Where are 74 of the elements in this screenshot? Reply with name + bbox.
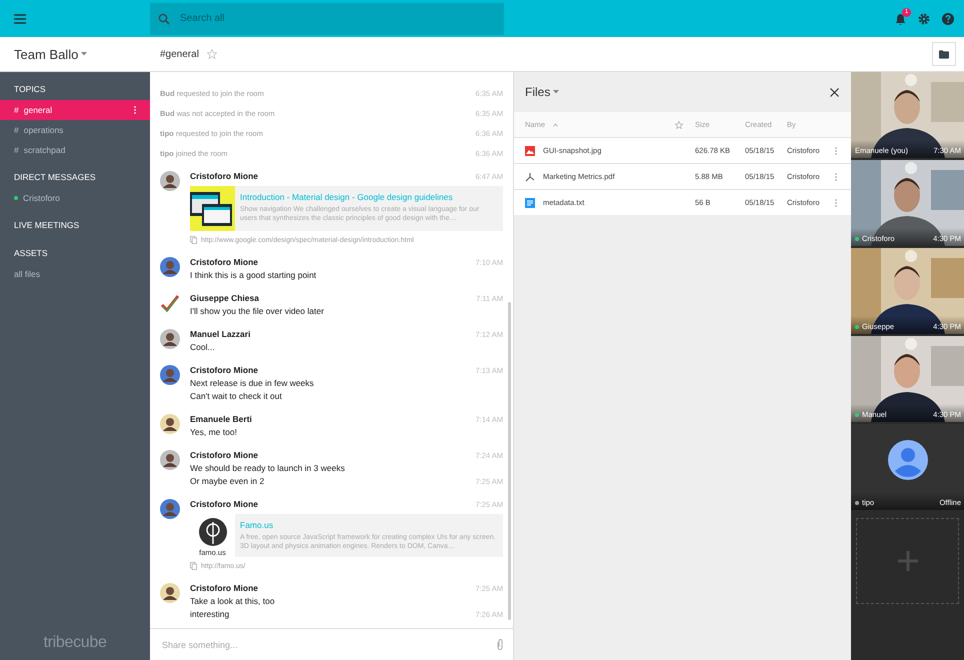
avatar-icon [160,499,180,519]
paperclip-icon[interactable] [497,639,503,650]
message-text: Next release is due in few weeks [190,378,314,388]
team-name[interactable]: Team Ballo [14,46,78,62]
close-icon[interactable] [830,88,839,96]
settings-icon[interactable] [918,12,930,24]
scrollbar[interactable] [508,302,511,620]
menu-icon[interactable] [14,14,26,24]
hash-symbol: # [14,105,19,115]
sidebar-item[interactable]: # general [0,100,150,120]
author-name[interactable]: Cristoforo Mione [190,499,258,509]
message-text: Take a look at this, too [190,596,275,606]
item-label: scratchpad [24,145,66,155]
author-name[interactable]: Giuseppe Chiesa [190,293,259,303]
screens-thumbnail-drawing [190,186,235,231]
logo: tribecube [42,634,108,653]
avatar-icon [160,257,180,277]
avatar-icon [160,329,180,349]
sidebar-item[interactable]: Cristoforo [0,188,150,208]
message-text: We should be ready to launch in 3 weeks [190,463,345,473]
pdf-file-icon [525,172,535,182]
image-file-icon [525,146,535,156]
help-icon[interactable] [942,12,954,24]
avatar-icon [160,450,180,470]
message-text: interesting [190,609,230,619]
item-label: Cristoforo [23,193,60,203]
copy-icon[interactable] [190,236,197,244]
hash-symbol: # [14,145,19,155]
channel-title: #general [160,48,199,60]
folder-icon [939,50,949,58]
avatar-icon [160,583,180,603]
author-name[interactable]: Cristoforo Mione [190,171,258,181]
avatar-icon [160,365,180,385]
caret-icon[interactable] [553,90,560,94]
section-heading: TOPICS [13,83,46,96]
message-text: Yes, me too! [190,427,237,437]
hash-symbol: # [14,125,19,135]
author-name[interactable]: Cristoforo Mione [190,257,258,267]
panel-title: Files [525,85,550,99]
caret-icon[interactable] [81,52,88,56]
plus-icon [898,551,918,571]
star-icon[interactable] [206,49,217,59]
section-heading: ASSETS [13,247,49,260]
sidebar-item[interactable]: # scratchpad [0,140,150,160]
famous-logo-icon [198,518,226,546]
section-heading: LIVE MEETINGS [13,219,80,232]
user-avatar-icon [888,440,928,480]
author-name[interactable]: Manuel Lazzari [190,329,250,339]
avatar-icon [160,414,180,434]
author-name[interactable]: Emanuele Berti [190,414,252,424]
checkmark-icon [160,293,180,313]
copy-icon[interactable] [190,562,197,570]
star-icon [675,120,683,128]
message-text: I'll show you the file over video later [190,306,324,316]
sidebar-item[interactable]: all files [0,264,150,284]
bell-icon[interactable] [895,12,906,24]
folder-button[interactable] [932,42,956,66]
message-text: Cool... [190,342,215,352]
add-participant-button[interactable] [856,518,959,604]
message-text: I think this is a good starting point [190,270,316,280]
author-name[interactable]: Cristoforo Mione [190,450,258,460]
document-file-icon [525,198,535,208]
message-text: Can't wait to check it out [190,391,282,401]
avatar-icon [160,171,180,191]
search-field[interactable]: Search all [150,2,504,34]
section-heading: DIRECT MESSAGES [13,171,97,184]
sidebar-item[interactable]: # operations [0,120,150,140]
link-preview[interactable] [190,186,503,231]
author-name[interactable]: Cristoforo Mione [190,365,258,375]
item-label: all files [14,269,40,279]
message-text: Or maybe even in 2 [190,476,264,486]
item-label: operations [24,125,64,135]
item-label: general [24,105,52,115]
author-name[interactable]: Cristoforo Mione [190,583,258,593]
